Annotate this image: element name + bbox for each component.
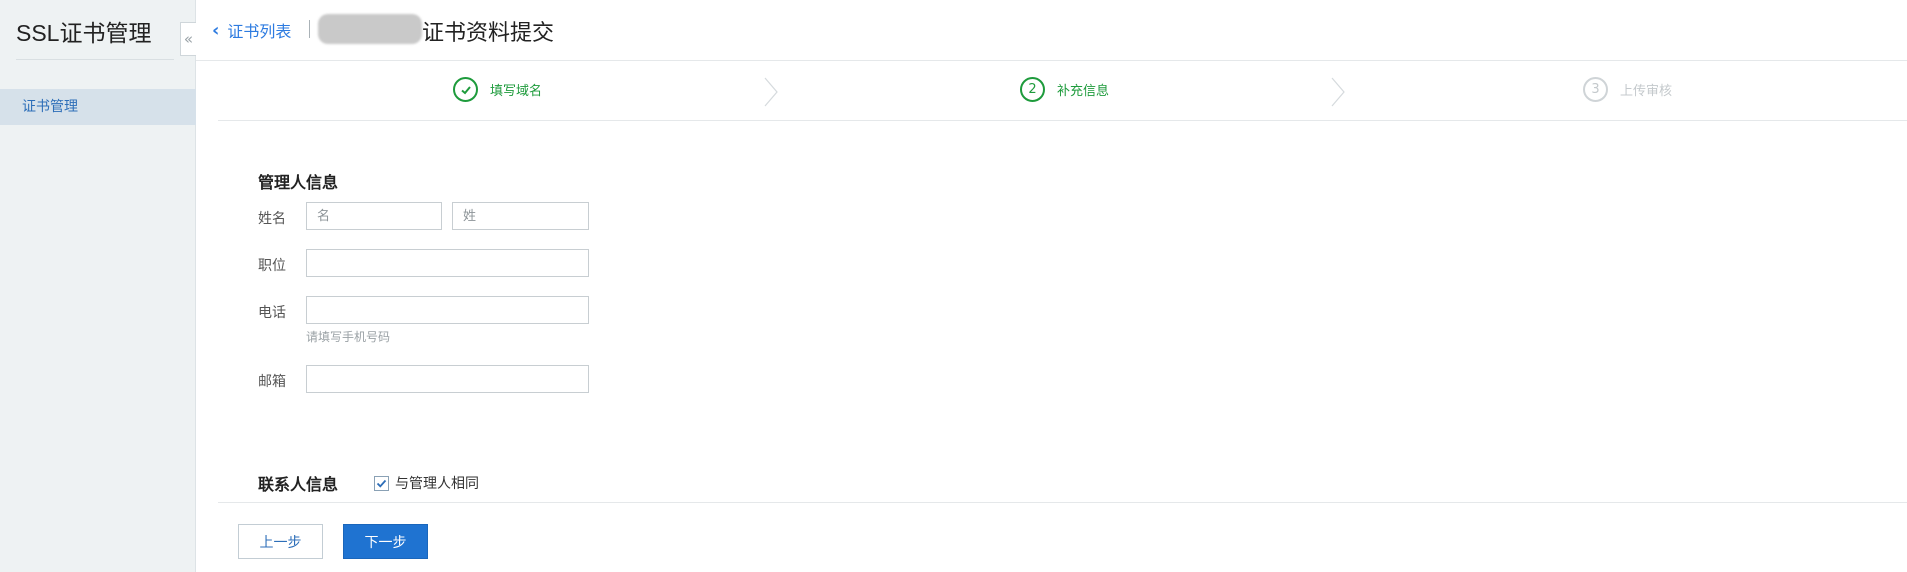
sidebar-collapse-button[interactable]: « (180, 22, 196, 56)
last-name-input[interactable] (452, 202, 589, 230)
step-label: 上传审核 (1620, 84, 1673, 99)
first-name-input[interactable] (306, 202, 442, 230)
email-label: 邮箱 (258, 374, 286, 390)
check-icon (453, 77, 478, 102)
checkbox-icon[interactable] (374, 475, 389, 491)
phone-label: 电话 (258, 305, 286, 321)
footer-divider (218, 502, 1907, 503)
step-number: 3 (1583, 77, 1608, 102)
phone-input[interactable] (306, 296, 589, 324)
chevron-left-icon: ‹ (212, 19, 220, 41)
position-input[interactable] (306, 249, 589, 277)
page-header: ‹ 证书列表 证书资料提交 (196, 0, 1907, 61)
step-arrow-icon (764, 77, 778, 107)
check-icon (376, 479, 387, 488)
step-label: 填写域名 (490, 84, 543, 99)
step-arrow-icon (1331, 77, 1345, 107)
back-link-label: 证书列表 (227, 22, 292, 41)
phone-hint: 请填写手机号码 (306, 330, 391, 344)
next-step-button[interactable]: 下一步 (343, 524, 428, 559)
admin-info-heading: 管理人信息 (258, 173, 339, 192)
step-number: 2 (1020, 77, 1045, 102)
sidebar: SSL证书管理 证书管理 (0, 0, 196, 572)
position-label: 职位 (258, 258, 286, 274)
double-chevron-left-icon: « (183, 30, 194, 48)
name-label: 姓名 (258, 211, 286, 227)
sidebar-item-cert-management[interactable]: 证书管理 (0, 89, 196, 125)
previous-step-button[interactable]: 上一步 (238, 524, 323, 559)
page-title: 证书资料提交 (422, 21, 555, 46)
sidebar-divider (16, 59, 174, 60)
back-to-cert-list-link[interactable]: ‹ 证书列表 (212, 18, 291, 42)
breadcrumb-divider (309, 20, 310, 38)
step-upload-review: 3 上传审核 (1583, 77, 1672, 102)
redacted-domain (318, 14, 422, 44)
step-label: 补充信息 (1057, 84, 1110, 99)
step-fill-domain: 填写域名 (453, 77, 542, 102)
same-as-admin-checkbox[interactable]: 与管理人相同 (374, 473, 479, 493)
step-supplement-info: 2 补充信息 (1020, 77, 1109, 102)
app-title: SSL证书管理 (16, 20, 152, 46)
checkbox-label: 与管理人相同 (395, 476, 479, 492)
progress-steps: 填写域名 2 补充信息 3 上传审核 (218, 61, 1907, 121)
email-input[interactable] (306, 365, 589, 393)
contact-info-heading: 联系人信息 (258, 475, 339, 494)
